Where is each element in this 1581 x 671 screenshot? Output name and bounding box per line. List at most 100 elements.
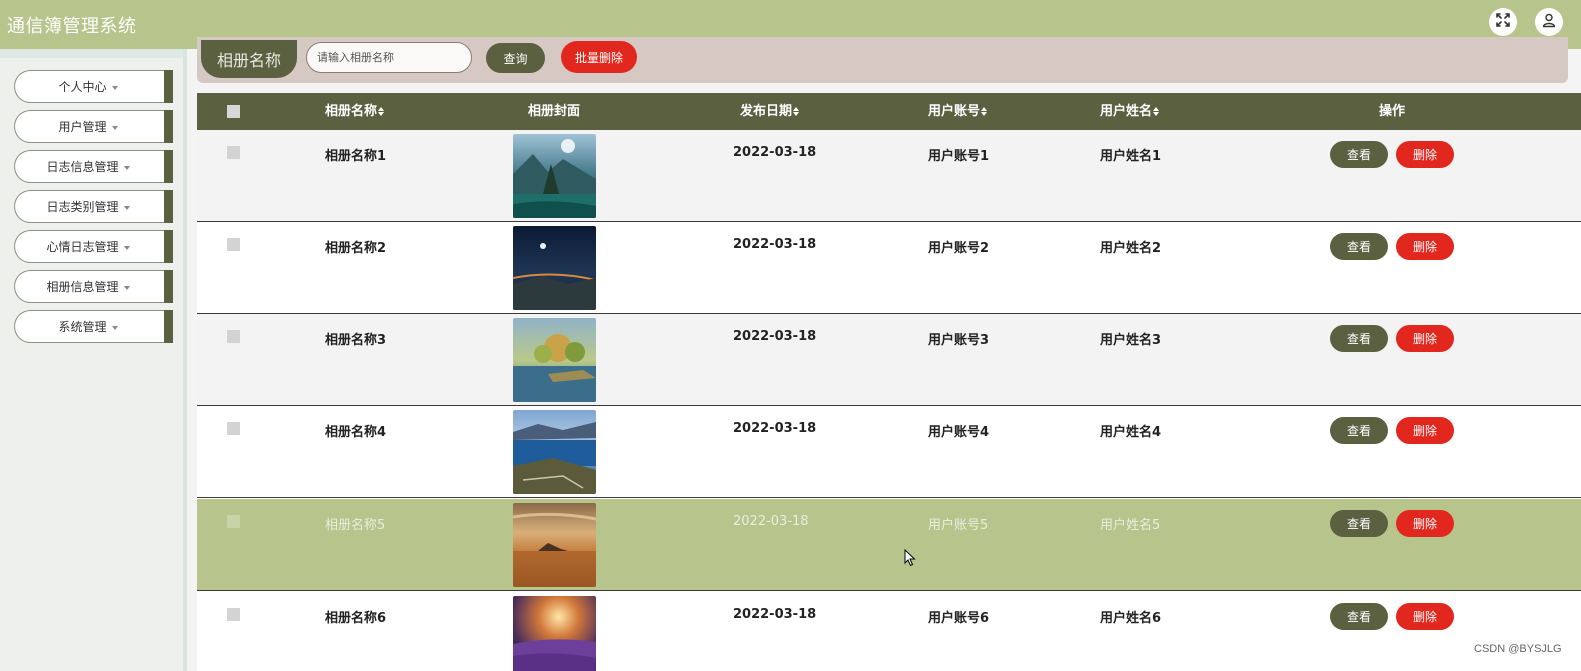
user-account-cell: 用户账号4 [928, 425, 990, 440]
sidebar-item-label: 用户管理 [58, 120, 107, 134]
album-name-cell: 相册名称1 [325, 149, 387, 164]
user-name-cell: 用户姓名2 [1100, 241, 1162, 256]
delete-button[interactable]: 删除 [1396, 141, 1454, 168]
user-name-cell: 用户姓名6 [1100, 611, 1162, 626]
user-name-cell: 用户姓名5 [1100, 518, 1161, 533]
delete-button[interactable]: 删除 [1396, 603, 1454, 630]
column-header-cover: 相册封面 [528, 104, 581, 119]
lavender-field-image [513, 596, 596, 671]
view-button[interactable]: 查看 [1330, 325, 1388, 352]
chevron-down-icon [111, 325, 118, 330]
chevron-down-icon [111, 85, 118, 90]
expand-arrows-icon [1495, 12, 1511, 32]
table-header: 相册名称 相册封面 发布日期 用户账号 用户姓名 操作 [197, 93, 1581, 130]
column-header-name[interactable]: 相册名称 [325, 93, 385, 130]
sort-icon [981, 106, 988, 117]
mouse-cursor-icon [904, 548, 916, 567]
sidebar-item-label: 心情日志管理 [46, 240, 119, 254]
user-name-cell: 用户姓名4 [1100, 425, 1162, 440]
user-account-cell: 用户账号6 [928, 611, 990, 626]
publish-date-cell: 2022-03-18 [733, 514, 809, 529]
publish-date-cell: 2022-03-18 [733, 421, 817, 436]
row-checkbox[interactable] [227, 146, 240, 159]
user-account-cell: 用户账号2 [928, 241, 990, 256]
fullscreen-button[interactable] [1489, 8, 1517, 36]
user-menu-button[interactable] [1535, 8, 1563, 36]
sunset-sea-image [513, 503, 596, 587]
column-header-actions: 操作 [1379, 104, 1406, 119]
user-account-cell: 用户账号5 [928, 518, 989, 533]
album-name-cell: 相册名称5 [325, 518, 386, 533]
sidebar-item-log-category-management[interactable]: 日志类别管理 [14, 190, 173, 223]
sidebar-item-label: 日志类别管理 [46, 200, 119, 214]
row-checkbox[interactable] [227, 515, 240, 528]
sidebar-item-mood-log-management[interactable]: 心情日志管理 [14, 230, 173, 263]
publish-date-cell: 2022-03-18 [733, 329, 817, 344]
night-sky-image [513, 226, 596, 310]
chevron-down-icon [123, 165, 130, 170]
column-header-account[interactable]: 用户账号 [928, 93, 988, 130]
sidebar-top-strip [0, 49, 183, 58]
album-name-cell: 相册名称4 [325, 425, 387, 440]
chevron-down-icon [111, 125, 118, 130]
sidebar-item-label: 日志信息管理 [46, 160, 119, 174]
user-name-cell: 用户姓名3 [1100, 333, 1162, 348]
search-bar: 相册名称 查询 批量删除 [197, 37, 1568, 83]
query-button[interactable]: 查询 [486, 43, 545, 73]
column-header-username[interactable]: 用户姓名 [1100, 93, 1160, 130]
sidebar-item-user-management[interactable]: 用户管理 [14, 110, 173, 143]
blue-lake-image [513, 410, 596, 494]
view-button[interactable]: 查看 [1330, 603, 1388, 630]
sidebar-item-album-info-management[interactable]: 相册信息管理 [14, 270, 173, 303]
batch-delete-button[interactable]: 批量删除 [561, 41, 637, 73]
table-row: 相册名称6 2022-03-18 用户账号6 用户姓名6 查看 删除 [197, 592, 1581, 671]
row-checkbox[interactable] [227, 238, 240, 251]
select-all-checkbox[interactable] [227, 105, 240, 118]
table-row-highlighted: 相册名称5 2022-03-18 用户账号5 用户姓名5 查看 删除 [197, 499, 1581, 591]
delete-button[interactable]: 删除 [1396, 325, 1454, 352]
autumn-lake-image [513, 318, 596, 402]
album-table: 相册名称 相册封面 发布日期 用户账号 用户姓名 操作 相册名称1 2022-0… [197, 93, 1581, 671]
publish-date-cell: 2022-03-18 [733, 607, 817, 622]
sidebar-item-label: 个人中心 [58, 80, 107, 94]
delete-button[interactable]: 删除 [1396, 510, 1454, 537]
view-button[interactable]: 查看 [1330, 510, 1388, 537]
table-row: 相册名称1 2022-03-18 用户账号1 用户姓名1 查看 删除 [197, 130, 1581, 222]
album-name-cell: 相册名称3 [325, 333, 387, 348]
view-button[interactable]: 查看 [1330, 141, 1388, 168]
mountain-lake-image [513, 134, 596, 218]
sidebar-item-label: 系统管理 [58, 320, 107, 334]
sidebar-item-personal-center[interactable]: 个人中心 [14, 70, 173, 103]
table-row: 相册名称3 2022-03-18 用户账号3 用户姓名3 查看 删除 [197, 314, 1581, 406]
user-account-cell: 用户账号3 [928, 333, 990, 348]
column-header-date[interactable]: 发布日期 [740, 93, 800, 130]
chevron-down-icon [123, 245, 130, 250]
album-name-cell: 相册名称2 [325, 241, 387, 256]
publish-date-cell: 2022-03-18 [733, 237, 817, 252]
publish-date-cell: 2022-03-18 [733, 145, 817, 160]
user-name-cell: 用户姓名1 [1100, 149, 1162, 164]
watermark-text: CSDN @BYSJLG [1474, 643, 1562, 655]
table-row: 相册名称2 2022-03-18 用户账号2 用户姓名2 查看 删除 [197, 222, 1581, 314]
chevron-down-icon [123, 205, 130, 210]
sidebar-item-label: 相册信息管理 [46, 280, 119, 294]
sort-icon [793, 106, 800, 117]
row-checkbox[interactable] [227, 608, 240, 621]
album-name-search-input[interactable] [306, 42, 472, 73]
sidebar-item-log-info-management[interactable]: 日志信息管理 [14, 150, 173, 183]
sort-icon [378, 106, 385, 117]
user-account-cell: 用户账号1 [928, 149, 990, 164]
app-title: 通信簿管理系统 [7, 16, 137, 37]
row-checkbox[interactable] [227, 422, 240, 435]
sidebar-item-system-management[interactable]: 系统管理 [14, 310, 173, 343]
row-checkbox[interactable] [227, 330, 240, 343]
table-row: 相册名称4 2022-03-18 用户账号4 用户姓名4 查看 删除 [197, 406, 1581, 498]
view-button[interactable]: 查看 [1330, 233, 1388, 260]
view-button[interactable]: 查看 [1330, 417, 1388, 444]
album-name-cell: 相册名称6 [325, 611, 387, 626]
sort-icon [1153, 106, 1160, 117]
user-icon [1541, 12, 1557, 32]
delete-button[interactable]: 删除 [1396, 417, 1454, 444]
delete-button[interactable]: 删除 [1396, 233, 1454, 260]
chevron-down-icon [123, 285, 130, 290]
